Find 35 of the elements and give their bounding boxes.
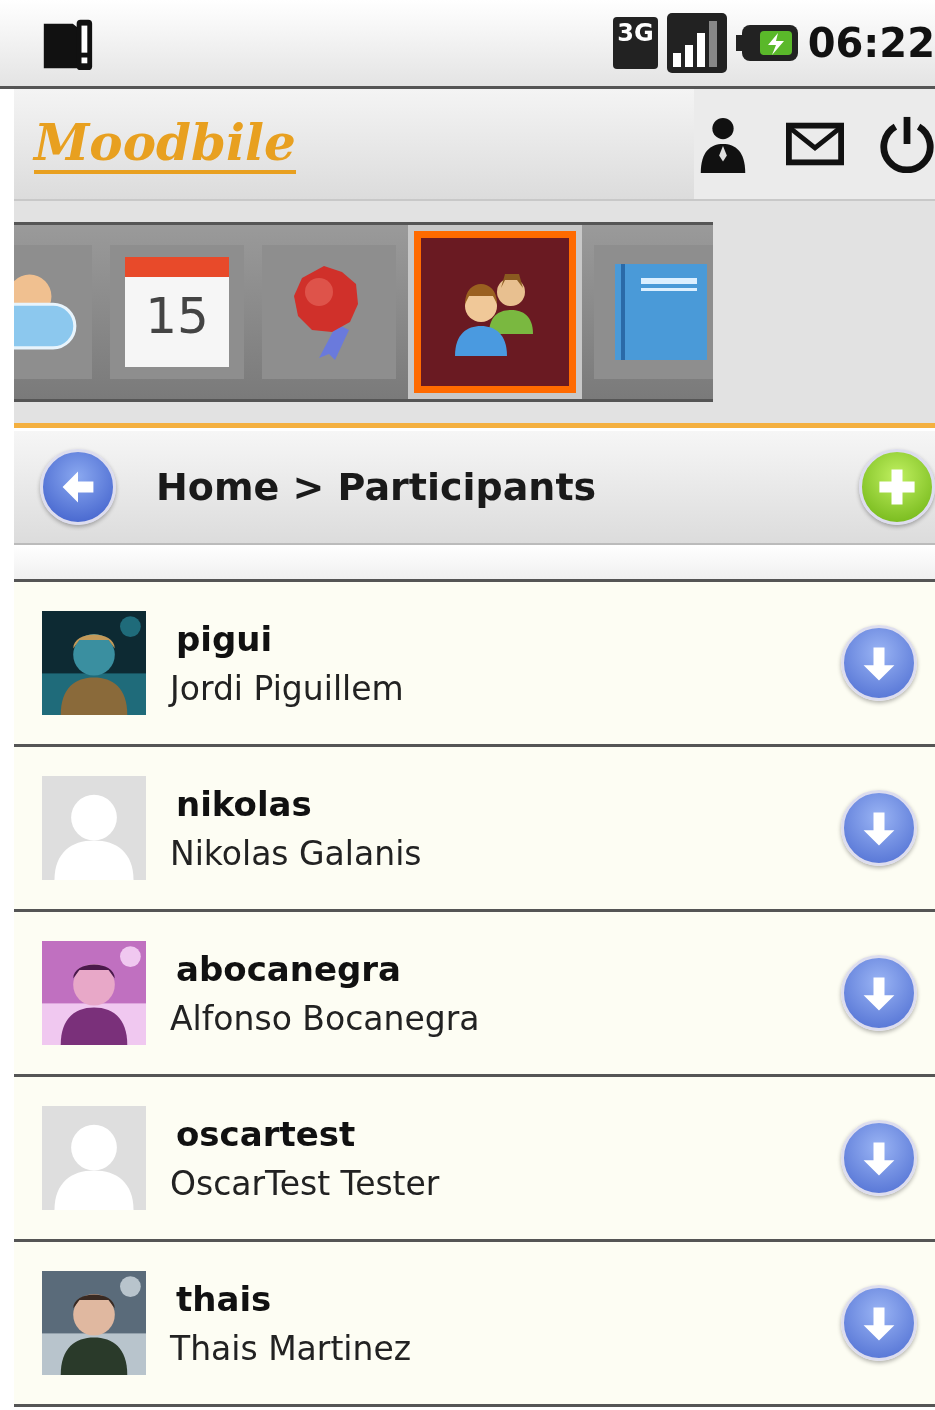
expand-button[interactable] <box>841 625 917 701</box>
expand-button[interactable] <box>841 790 917 866</box>
participant-row[interactable]: pigui Jordi Piguillem <box>14 582 935 747</box>
full-name: Alfonso Bocanegra <box>170 998 480 1038</box>
username: abocanegra <box>176 948 403 989</box>
chat-module-tab[interactable] <box>14 245 92 379</box>
app-logo: Moodbile <box>34 114 296 174</box>
battery-charging-icon <box>735 22 800 64</box>
username: nikolas <box>176 783 313 824</box>
add-button[interactable] <box>859 449 935 525</box>
full-name: Thais Martinez <box>170 1328 412 1368</box>
participant-row[interactable]: thais Thais Martinez <box>14 1242 935 1407</box>
participant-row[interactable]: nikolas Nikolas Galanis <box>14 747 935 912</box>
full-name: Nikolas Galanis <box>170 833 422 873</box>
participant-row[interactable]: abocanegra Alfonso Bocanegra <box>14 912 935 1077</box>
participant-row[interactable]: oscartest OscarTest Tester <box>14 1077 935 1242</box>
expand-button[interactable] <box>841 1285 917 1361</box>
full-name: OscarTest Tester <box>170 1163 440 1203</box>
power-icon[interactable] <box>878 115 935 173</box>
network-type-icon: 3G <box>613 17 658 69</box>
calendar-module-tab[interactable]: 15 <box>110 245 244 379</box>
full-name: Jordi Piguillem <box>170 668 404 708</box>
book-module-tab[interactable] <box>594 245 713 379</box>
expand-button[interactable] <box>841 955 917 1031</box>
breadcrumb: Home > Participants <box>156 465 597 509</box>
signal-icon <box>665 13 728 73</box>
calendar-day: 15 <box>145 287 209 345</box>
clock-time: 06:22 <box>807 20 935 66</box>
expand-button[interactable] <box>841 1120 917 1196</box>
back-button[interactable] <box>40 449 116 525</box>
username: pigui <box>176 618 274 659</box>
username: thais <box>176 1278 273 1319</box>
username: oscartest <box>176 1113 357 1154</box>
default-avatar-icon <box>42 1106 146 1210</box>
default-avatar-icon <box>42 776 146 880</box>
